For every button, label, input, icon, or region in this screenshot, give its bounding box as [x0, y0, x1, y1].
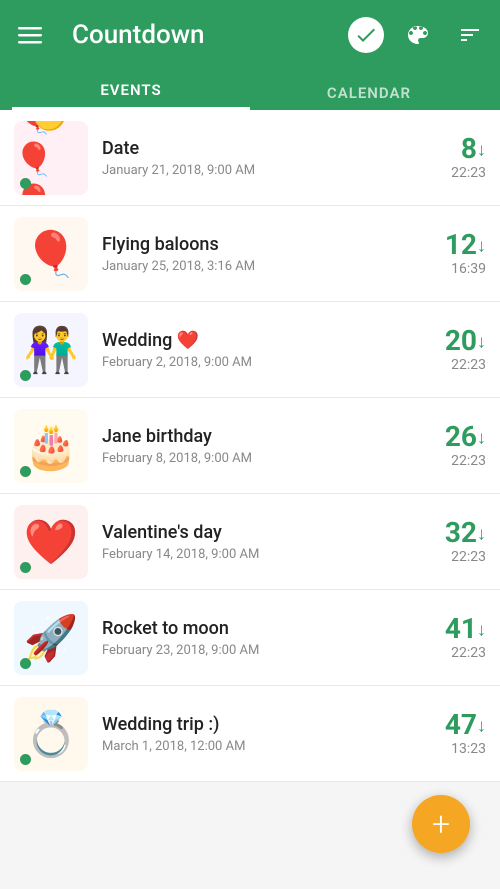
- down-arrow-icon: ↓: [477, 619, 486, 640]
- event-list: 🟡 . 🎈🎈🎈 Date January 21, 2018, 9:00 AM 8…: [0, 110, 500, 782]
- tab-events[interactable]: EVENTS: [12, 81, 250, 110]
- event-name: Jane birthday: [102, 426, 416, 447]
- event-dot: [20, 178, 31, 189]
- event-info: Wedding trip :) March 1, 2018, 12:00 AM: [102, 714, 416, 754]
- list-item[interactable]: 🎂 Jane birthday February 8, 2018, 9:00 A…: [0, 398, 500, 494]
- app-title: Countdown: [72, 20, 332, 50]
- list-item[interactable]: 🚀 Rocket to moon February 23, 2018, 9:00…: [0, 590, 500, 686]
- countdown-time: 22:23: [451, 453, 486, 469]
- event-thumbnail: ❤️: [14, 505, 88, 579]
- countdown-days: 20↓: [445, 327, 486, 355]
- header: Countdown EVENTS CALENDAR: [0, 0, 500, 110]
- event-date: January 25, 2018, 3:16 AM: [102, 259, 416, 274]
- event-name: Flying baloons: [102, 234, 416, 255]
- down-arrow-icon: ↓: [477, 427, 486, 448]
- done-button[interactable]: [348, 17, 384, 53]
- countdown-days: 47↓: [445, 711, 486, 739]
- down-arrow-icon: ↓: [477, 715, 486, 736]
- countdown-days: 12↓: [445, 231, 486, 259]
- event-countdown: 32↓ 22:23: [416, 519, 486, 565]
- list-item[interactable]: 🟡 . 🎈🎈🎈 Date January 21, 2018, 9:00 AM 8…: [0, 110, 500, 206]
- tabs: EVENTS CALENDAR: [12, 70, 488, 110]
- down-arrow-icon: ↓: [477, 523, 486, 544]
- countdown-time: 22:23: [451, 165, 486, 181]
- countdown-time: 22:23: [451, 549, 486, 565]
- event-name: Date: [102, 138, 416, 159]
- event-dot: [20, 274, 31, 285]
- event-name: Wedding trip :): [102, 714, 416, 735]
- event-countdown: 12↓ 16:39: [416, 231, 486, 277]
- event-countdown: 47↓ 13:23: [416, 711, 486, 757]
- event-info: Flying baloons January 25, 2018, 3:16 AM: [102, 234, 416, 274]
- countdown-time: 13:23: [451, 741, 486, 757]
- event-dot: [20, 370, 31, 381]
- event-name: Wedding ❤️: [102, 330, 416, 351]
- countdown-time: 22:23: [451, 357, 486, 373]
- countdown-days: 41↓: [445, 615, 486, 643]
- down-arrow-icon: ↓: [477, 331, 486, 352]
- event-countdown: 41↓ 22:23: [416, 615, 486, 661]
- countdown-days: 8↓: [461, 135, 486, 163]
- event-date: February 2, 2018, 9:00 AM: [102, 355, 416, 370]
- palette-button[interactable]: [400, 17, 436, 53]
- list-item[interactable]: 🎈 Flying baloons January 25, 2018, 3:16 …: [0, 206, 500, 302]
- event-thumbnail: 🎈: [14, 217, 88, 291]
- event-info: Rocket to moon February 23, 2018, 9:00 A…: [102, 618, 416, 658]
- event-thumbnail: 🎂: [14, 409, 88, 483]
- event-info: Wedding ❤️ February 2, 2018, 9:00 AM: [102, 330, 416, 370]
- event-countdown: 20↓ 22:23: [416, 327, 486, 373]
- event-date: February 8, 2018, 9:00 AM: [102, 451, 416, 466]
- event-date: February 14, 2018, 9:00 AM: [102, 547, 416, 562]
- list-item[interactable]: 👫 Wedding ❤️ February 2, 2018, 9:00 AM 2…: [0, 302, 500, 398]
- down-arrow-icon: ↓: [477, 139, 486, 160]
- list-item[interactable]: 💍 Wedding trip :) March 1, 2018, 12:00 A…: [0, 686, 500, 782]
- event-name: Valentine's day: [102, 522, 416, 543]
- event-thumbnail: 💍: [14, 697, 88, 771]
- add-event-button[interactable]: +: [412, 795, 470, 853]
- event-info: Valentine's day February 14, 2018, 9:00 …: [102, 522, 416, 562]
- event-info: Jane birthday February 8, 2018, 9:00 AM: [102, 426, 416, 466]
- list-item[interactable]: ❤️ Valentine's day February 14, 2018, 9:…: [0, 494, 500, 590]
- event-dot: [20, 466, 31, 477]
- tab-calendar[interactable]: CALENDAR: [250, 84, 488, 110]
- event-thumbnail: 👫: [14, 313, 88, 387]
- event-name: Rocket to moon: [102, 618, 416, 639]
- event-date: January 21, 2018, 9:00 AM: [102, 163, 416, 178]
- countdown-time: 22:23: [451, 645, 486, 661]
- event-date: March 1, 2018, 12:00 AM: [102, 739, 416, 754]
- countdown-time: 16:39: [451, 261, 486, 277]
- add-icon: +: [432, 808, 450, 840]
- event-countdown: 8↓ 22:23: [416, 135, 486, 181]
- down-arrow-icon: ↓: [477, 235, 486, 256]
- filter-button[interactable]: [452, 17, 488, 53]
- event-dot: [20, 754, 31, 765]
- event-dot: [20, 562, 31, 573]
- event-dot: [20, 658, 31, 669]
- event-info: Date January 21, 2018, 9:00 AM: [102, 138, 416, 178]
- event-date: February 23, 2018, 9:00 AM: [102, 643, 416, 658]
- countdown-days: 26↓: [445, 423, 486, 451]
- app-container: Countdown EVENTS CALENDAR: [0, 0, 500, 782]
- menu-button[interactable]: [12, 17, 48, 53]
- event-thumbnail: 🟡 . 🎈🎈🎈: [14, 121, 88, 195]
- event-thumbnail: 🚀: [14, 601, 88, 675]
- event-countdown: 26↓ 22:23: [416, 423, 486, 469]
- countdown-days: 32↓: [445, 519, 486, 547]
